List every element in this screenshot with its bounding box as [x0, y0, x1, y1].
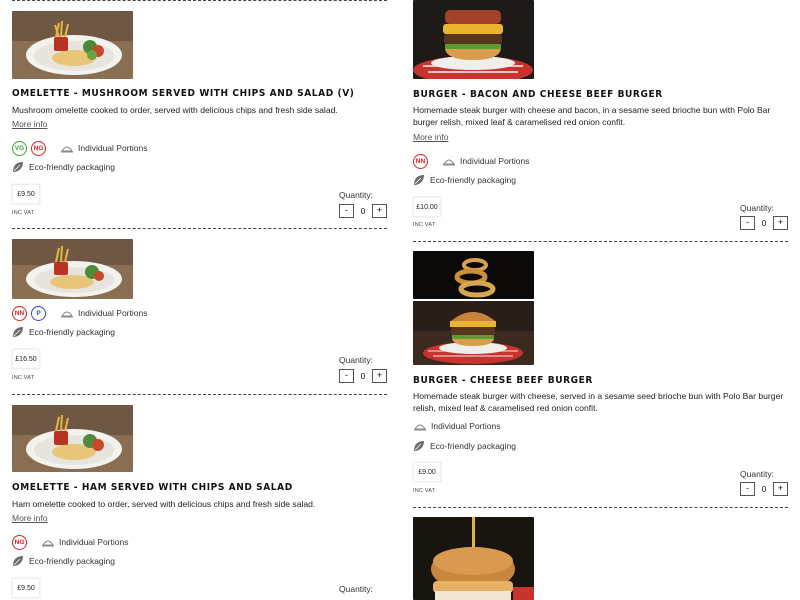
individual-portions: Individual Portions — [442, 156, 529, 166]
no-gluten-badge: NG — [12, 534, 27, 550]
price-tag: £16.50 — [12, 349, 40, 369]
inc-vat-label: INC VAT — [12, 210, 35, 216]
no-gluten-badge: NG — [31, 140, 46, 156]
item-description: Homemade steak burger with cheese and ba… — [413, 105, 771, 127]
price-tag: £9.00 — [413, 462, 441, 482]
quantity-stepper: - 0 + — [339, 369, 387, 383]
quantity-stepper: - 0 + — [740, 482, 788, 496]
no-nuts-badge: NN — [12, 305, 27, 321]
eco-packaging: Eco-friendly packaging — [413, 174, 516, 186]
item-title: Omelette - Mushroom served with chips an… — [12, 88, 355, 99]
bacon-cheese-burger-image[interactable] — [413, 0, 534, 79]
price-tag: £10.00 — [413, 197, 441, 217]
increase-quantity-button[interactable]: + — [371, 204, 387, 218]
leaf-icon — [13, 162, 23, 172]
individual-portions-label: Individual Portions — [78, 308, 148, 318]
quantity-value[interactable]: 0 — [361, 371, 366, 381]
item-title: Burger - Cheese Beef Burger — [413, 375, 593, 386]
item-divider — [12, 394, 387, 395]
inc-vat-label: INC VAT — [413, 488, 436, 494]
decrease-quantity-button[interactable]: - — [339, 369, 354, 383]
quantity-stepper: - 0 + — [339, 204, 387, 218]
individual-portions-label: Individual Portions — [59, 537, 129, 547]
quantity-label: Quantity: — [339, 584, 374, 594]
pescatarian-badge: P — [31, 305, 46, 321]
dietary-badges: Individual Portions — [413, 418, 500, 434]
quantity-value[interactable]: 0 — [762, 218, 767, 228]
decrease-quantity-button[interactable]: - — [740, 216, 755, 230]
leaf-icon — [414, 441, 424, 451]
cheese-burger-image[interactable] — [413, 301, 534, 365]
item-description: Ham omelette cooked to order, served wit… — [12, 499, 316, 509]
cloche-icon — [61, 146, 73, 152]
individual-portions-label: Individual Portions — [431, 421, 501, 431]
item-description: Mushroom omelette cooked to order, serve… — [12, 105, 338, 115]
leaf-icon — [13, 327, 23, 337]
eco-packaging: Eco-friendly packaging — [12, 555, 115, 567]
increase-quantity-button[interactable]: + — [772, 482, 788, 496]
eco-packaging-label: Eco-friendly packaging — [29, 162, 115, 172]
individual-portions: Individual Portions — [41, 537, 128, 547]
cloche-icon — [443, 159, 455, 165]
increase-quantity-button[interactable]: + — [371, 369, 387, 383]
more-info-link[interactable]: More info — [413, 132, 448, 142]
price-tag: £9.50 — [12, 184, 40, 204]
quantity-stepper: - 0 + — [740, 216, 788, 230]
quantity-value[interactable]: 0 — [361, 206, 366, 216]
quantity-label: Quantity: — [740, 203, 775, 213]
eco-packaging-label: Eco-friendly packaging — [29, 556, 115, 566]
item-divider — [413, 241, 788, 242]
burger-skewer-image[interactable] — [413, 517, 534, 600]
item-title: Omelette - Ham served with chips and sal… — [12, 482, 293, 493]
quantity-value[interactable]: 0 — [762, 484, 767, 494]
increase-quantity-button[interactable]: + — [772, 216, 788, 230]
eco-packaging-label: Eco-friendly packaging — [29, 327, 115, 337]
individual-portions: Individual Portions — [60, 308, 147, 318]
dietary-badges: VG NG Individual Portions — [12, 140, 147, 156]
individual-portions-label: Individual Portions — [78, 143, 148, 153]
omelette-chips-salad-image[interactable] — [12, 11, 133, 79]
eco-packaging: Eco-friendly packaging — [413, 440, 516, 452]
dietary-badges: NN Individual Portions — [413, 153, 529, 169]
dietary-badges: NN P Individual Portions — [12, 305, 147, 321]
eco-packaging: Eco-friendly packaging — [12, 161, 115, 173]
inc-vat-label: INC VAT — [413, 222, 436, 228]
individual-portions: Individual Portions — [413, 421, 500, 431]
item-divider — [413, 507, 788, 508]
cloche-icon — [414, 424, 426, 430]
price-tag: £9.50 — [12, 578, 40, 598]
decrease-quantity-button[interactable]: - — [740, 482, 755, 496]
item-title: Burger - Bacon and Cheese Beef Burger — [413, 89, 663, 100]
leaf-icon — [414, 175, 424, 185]
leaf-icon — [13, 556, 23, 566]
cloche-icon — [61, 311, 73, 317]
item-divider — [12, 228, 387, 229]
eco-packaging-label: Eco-friendly packaging — [430, 441, 516, 451]
more-info-link[interactable]: More info — [12, 513, 47, 523]
individual-portions: Individual Portions — [60, 143, 147, 153]
eco-packaging: Eco-friendly packaging — [12, 326, 115, 338]
quantity-label: Quantity: — [339, 190, 374, 200]
decrease-quantity-button[interactable]: - — [339, 204, 354, 218]
onion-rings-image[interactable] — [413, 251, 534, 299]
cloche-icon — [42, 540, 54, 546]
item-divider — [12, 0, 387, 1]
item-description: Homemade steak burger with cheese, serve… — [413, 391, 784, 413]
no-nuts-badge: NN — [413, 153, 428, 169]
quantity-label: Quantity: — [339, 355, 374, 365]
quantity-label: Quantity: — [740, 469, 775, 479]
vegetarian-badge: VG — [12, 140, 27, 156]
omelette-chips-salad-image[interactable] — [12, 239, 133, 299]
dietary-badges: NG Individual Portions — [12, 534, 128, 550]
more-info-link[interactable]: More info — [12, 119, 47, 129]
omelette-chips-salad-image[interactable] — [12, 405, 133, 472]
inc-vat-label: INC VAT — [12, 375, 35, 381]
eco-packaging-label: Eco-friendly packaging — [430, 175, 516, 185]
individual-portions-label: Individual Portions — [460, 156, 530, 166]
